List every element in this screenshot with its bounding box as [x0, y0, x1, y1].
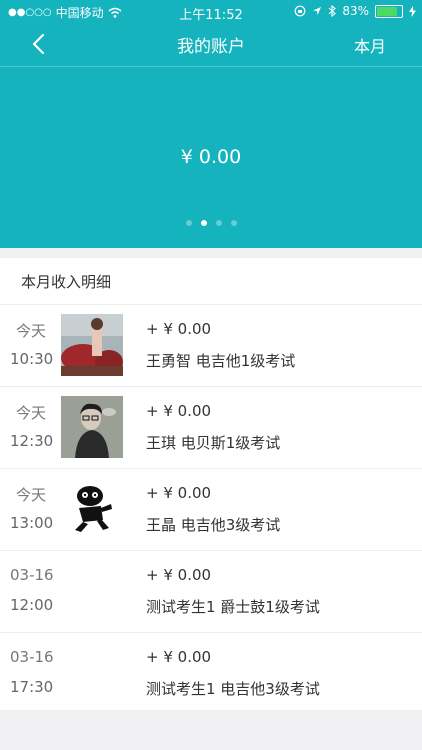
record-description: 测试考生1 爵士鼓1级考试 — [146, 598, 320, 616]
record-amount: + ¥ 0.00 — [146, 566, 212, 584]
page-dot[interactable] — [230, 220, 237, 226]
avatar — [61, 478, 123, 540]
record-day: 03-16 — [10, 648, 54, 666]
battery-icon — [375, 4, 403, 18]
avatar — [61, 314, 123, 376]
page-indicator[interactable] — [0, 220, 422, 226]
avatar — [61, 396, 123, 458]
record-description: 王晶 电吉他3级考试 — [146, 516, 281, 534]
battery-percent: 83% — [342, 4, 369, 18]
page-dot[interactable] — [185, 220, 192, 226]
record-amount: + ¥ 0.00 — [146, 402, 212, 420]
page-dot[interactable] — [200, 220, 207, 226]
record-time: 12:30 — [10, 432, 54, 450]
record-amount: + ¥ 0.00 — [146, 648, 212, 666]
record-day: 今天 — [15, 322, 46, 340]
account-header: ●●○○○ 中国移动 上午11:52 83% 我的账户 本月 ¥ 0.00 — [0, 0, 422, 248]
record-day: 今天 — [15, 404, 46, 422]
bluetooth-icon — [328, 5, 337, 17]
record-description: 王琪 电贝斯1级考试 — [146, 434, 281, 452]
orientation-lock-icon — [294, 5, 306, 17]
month-filter-button[interactable]: 本月 — [354, 33, 386, 57]
balance-amount: ¥ 0.00 — [180, 146, 242, 168]
record-description: 王勇智 电吉他1级考试 — [146, 352, 296, 370]
list-item[interactable]: 03-16 12:00 + ¥ 0.00 测试考生1 爵士鼓1级考试 — [0, 551, 422, 633]
status-bar: ●●○○○ 中国移动 上午11:52 83% — [0, 0, 422, 23]
navigation-bar: 我的账户 本月 — [0, 22, 422, 67]
charging-icon — [409, 5, 416, 17]
record-time: 17:30 — [10, 678, 54, 696]
record-time: 10:30 — [10, 350, 54, 368]
record-description: 测试考生1 电吉他3级考试 — [146, 680, 320, 698]
location-icon — [313, 7, 322, 15]
record-day: 03-16 — [10, 566, 54, 584]
list-item[interactable]: 03-16 17:30 + ¥ 0.00 测试考生1 电吉他3级考试 — [0, 633, 422, 714]
record-amount: + ¥ 0.00 — [146, 320, 212, 338]
page-dot[interactable] — [215, 220, 222, 226]
section-title: 本月收入明细 — [0, 258, 422, 305]
income-list: 本月收入明细 今天 10:30 + ¥ 0.00 王勇智 电吉他1级考试 今天 … — [0, 258, 422, 710]
list-item[interactable]: 今天 13:00 + ¥ 0.00 王晶 电吉他3级考试 — [0, 469, 422, 551]
record-amount: + ¥ 0.00 — [146, 484, 212, 502]
record-time: 13:00 — [10, 514, 54, 532]
list-item[interactable]: 今天 12:30 + ¥ 0.00 王琪 电贝斯1级考试 — [0, 387, 422, 469]
record-day: 今天 — [15, 486, 46, 504]
list-item[interactable]: 今天 10:30 + ¥ 0.00 王勇智 电吉他1级考试 — [0, 305, 422, 387]
record-time: 12:00 — [10, 596, 54, 614]
